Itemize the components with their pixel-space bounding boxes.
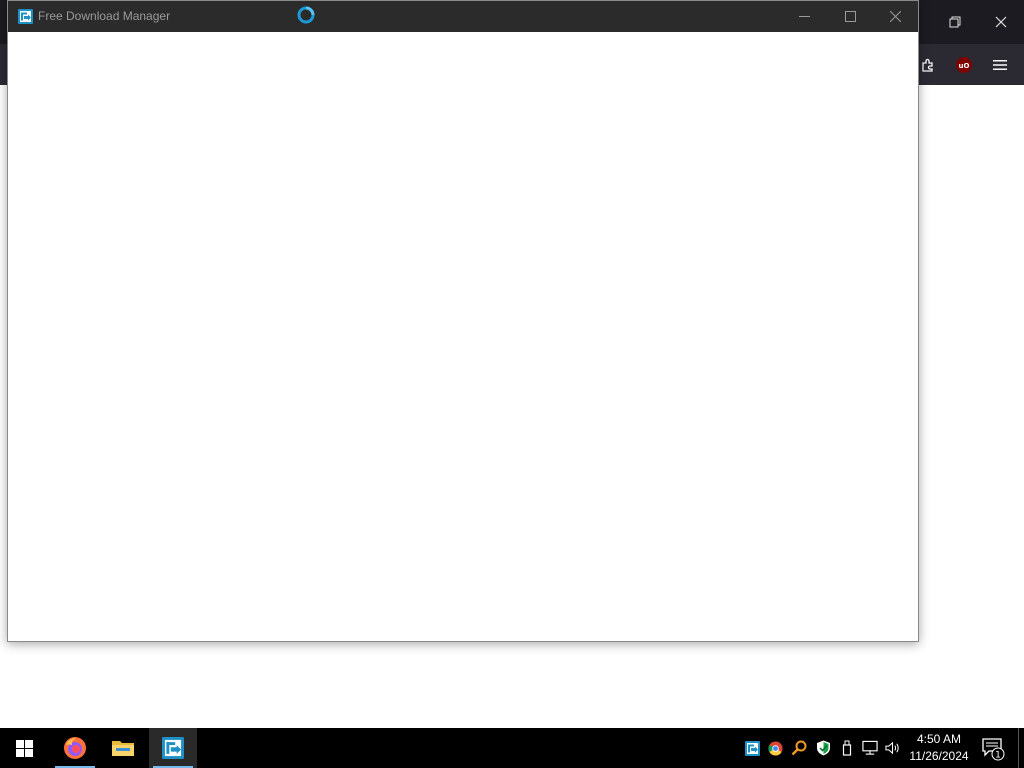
- app-menu-button[interactable]: [985, 50, 1015, 80]
- volume-tray-icon[interactable]: [885, 740, 901, 756]
- fdm-titlebar[interactable]: Free Download Manager: [8, 1, 918, 32]
- firefox-icon: [64, 737, 86, 759]
- menu-icon: [993, 60, 1007, 70]
- fdm-maximize-button[interactable]: [827, 1, 873, 32]
- notification-count: 1: [995, 751, 1001, 761]
- ublock-origin-icon: uO: [956, 57, 972, 73]
- minimize-icon: [798, 16, 810, 17]
- close-icon: [889, 11, 901, 22]
- extensions-icon: [922, 58, 933, 72]
- taskbar-file-explorer-button[interactable]: [99, 728, 147, 768]
- usb-tray-icon[interactable]: [839, 740, 855, 756]
- ublock-origin-button[interactable]: uO: [949, 50, 979, 80]
- start-button[interactable]: [0, 728, 48, 768]
- loading-spinner-icon: [297, 6, 315, 24]
- taskbar-fdm-button[interactable]: [149, 728, 197, 768]
- browser-restore-button[interactable]: [932, 0, 978, 44]
- network-tray-icon[interactable]: [862, 740, 878, 756]
- windows-logo-icon: [15, 739, 33, 757]
- search-tray-icon[interactable]: [791, 740, 807, 756]
- taskbar: 4:50 AM 11/26/2024 1: [0, 728, 1024, 768]
- restore-icon: [949, 16, 961, 28]
- maximize-icon: [844, 11, 856, 22]
- fdm-tray-icon[interactable]: [744, 740, 760, 756]
- fdm-app-icon: [18, 9, 33, 24]
- fdm-window: Free Download Manager: [7, 0, 919, 642]
- taskbar-firefox-button[interactable]: [51, 728, 99, 768]
- fdm-content-area: [8, 32, 918, 641]
- fdm-minimize-button[interactable]: [781, 1, 827, 32]
- taskbar-clock[interactable]: 4:50 AM 11/26/2024: [902, 731, 976, 765]
- notification-icon: 1: [982, 738, 1005, 761]
- chrome-tray-icon[interactable]: [767, 740, 783, 756]
- security-tray-icon[interactable]: [815, 740, 831, 756]
- close-icon: [995, 16, 1007, 28]
- fdm-close-button[interactable]: [872, 1, 918, 32]
- fdm-window-title: Free Download Manager: [38, 9, 171, 23]
- clock-time: 4:50 AM: [916, 732, 962, 746]
- action-center-button[interactable]: 1: [980, 736, 1006, 762]
- show-desktop-button[interactable]: [1018, 728, 1024, 768]
- clock-date: 11/26/2024: [909, 749, 969, 763]
- folder-icon: [112, 741, 134, 756]
- fdm-icon: [162, 737, 184, 759]
- svg-text:uO: uO: [959, 62, 970, 70]
- browser-close-button[interactable]: [978, 0, 1024, 44]
